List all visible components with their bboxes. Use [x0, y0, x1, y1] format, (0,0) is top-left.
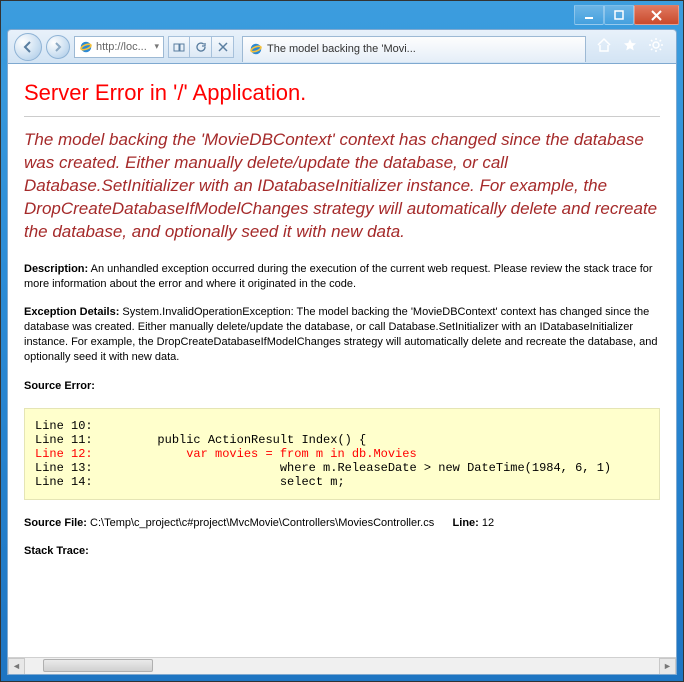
address-bar: http://loc... ▾ The model backing the 'M… — [7, 29, 677, 63]
forward-button[interactable] — [46, 35, 70, 59]
refresh-button[interactable] — [190, 36, 212, 58]
scroll-right-arrow[interactable]: ► — [659, 658, 676, 675]
source-error-box: Line 10: Line 11: public ActionResult In… — [24, 408, 660, 500]
error-message: The model backing the 'MovieDBContext' c… — [24, 129, 660, 244]
ie-icon — [249, 42, 263, 56]
scroll-left-arrow[interactable]: ◄ — [8, 658, 25, 675]
source-error-heading: Source Error: — [24, 379, 660, 394]
stack-trace-label: Stack Trace: — [24, 545, 89, 557]
maximize-button[interactable] — [604, 5, 634, 25]
source-file-para: Source File: C:\Temp\c_project\c#project… — [24, 516, 660, 531]
source-file-label: Source File: — [24, 517, 87, 529]
tab-title: The model backing the 'Movi... — [267, 43, 416, 55]
exception-text: System.InvalidOperationException: The mo… — [24, 306, 657, 363]
browser-window: http://loc... ▾ The model backing the 'M… — [1, 1, 683, 681]
tools-icon[interactable] — [648, 37, 664, 56]
browser-tab[interactable]: The model backing the 'Movi... — [242, 36, 586, 62]
error-title: Server Error in '/' Application. — [24, 80, 660, 106]
line-number: 12 — [482, 517, 494, 529]
description-text: An unhandled exception occurred during t… — [24, 263, 653, 290]
src-line-14: Line 14: select m; — [35, 475, 345, 489]
home-icon[interactable] — [596, 37, 612, 56]
horizontal-scrollbar[interactable]: ◄ ► — [8, 657, 676, 674]
src-line-11: Line 11: public ActionResult Index() { — [35, 433, 366, 447]
compat-view-button[interactable] — [168, 36, 190, 58]
url-input[interactable]: http://loc... ▾ — [74, 36, 164, 58]
close-button[interactable] — [634, 5, 679, 25]
scroll-track[interactable] — [25, 658, 659, 674]
minimize-button[interactable] — [574, 5, 604, 25]
description-para: Description: An unhandled exception occu… — [24, 262, 660, 292]
source-file-path: C:\Temp\c_project\c#project\MvcMovie\Con… — [90, 517, 434, 529]
description-label: Description: — [24, 263, 88, 275]
stop-button[interactable] — [212, 36, 234, 58]
ie-icon — [79, 40, 93, 54]
titlebar — [1, 1, 683, 29]
dropdown-icon[interactable]: ▾ — [154, 41, 159, 52]
page-content[interactable]: Server Error in '/' Application. The mod… — [8, 64, 676, 657]
url-text: http://loc... — [96, 41, 147, 53]
scroll-thumb[interactable] — [43, 659, 153, 672]
source-error-label: Source Error: — [24, 380, 95, 392]
stack-trace-heading: Stack Trace: — [24, 544, 660, 559]
src-line-13: Line 13: where m.ReleaseDate > new DateT… — [35, 461, 611, 475]
exception-para: Exception Details: System.InvalidOperati… — [24, 305, 660, 364]
line-label: Line: — [453, 517, 479, 529]
content-pane: Server Error in '/' Application. The mod… — [7, 63, 677, 675]
exception-label: Exception Details: — [24, 306, 119, 318]
back-button[interactable] — [14, 33, 42, 61]
divider — [24, 116, 660, 117]
src-line-10: Line 10: — [35, 419, 93, 433]
src-line-12: Line 12: var movies = from m in db.Movie… — [35, 447, 417, 461]
favorites-icon[interactable] — [622, 37, 638, 56]
